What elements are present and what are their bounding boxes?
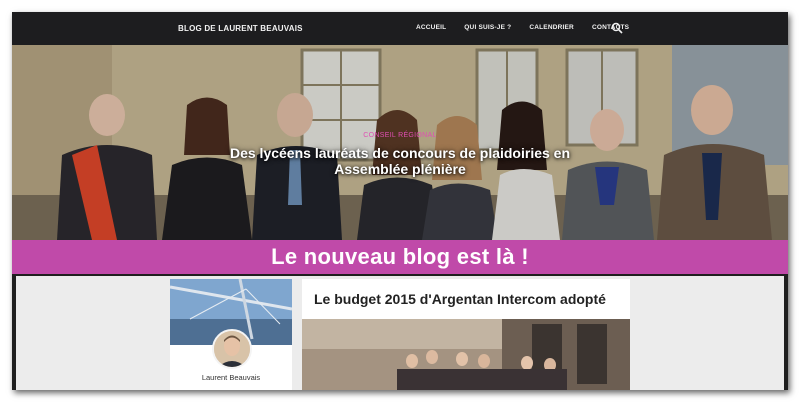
announcement-banner: Le nouveau blog est là ! bbox=[12, 240, 788, 274]
content-area: Laurent Beauvais Le budget 2015 d'Argent… bbox=[16, 276, 784, 390]
nav-item-qui-suis-je[interactable]: QUI SUIS-JE ? bbox=[464, 24, 511, 31]
nav-item-calendrier[interactable]: CALENDRIER bbox=[529, 24, 574, 31]
site-brand[interactable]: BLOG DE LAURENT BEAUVAIS bbox=[178, 24, 303, 33]
hero-post-title[interactable]: Des lycéens lauréats de concours de plai… bbox=[212, 145, 588, 177]
nav-item-accueil[interactable]: ACCUEIL bbox=[416, 24, 446, 31]
main-menu: ACCUEIL QUI SUIS-JE ? CALENDRIER CONTACT… bbox=[416, 24, 629, 31]
hero-category-label[interactable]: CONSEIL RÉGIONAL bbox=[12, 132, 788, 139]
post-title[interactable]: Le budget 2015 d'Argentan Intercom adopt… bbox=[314, 291, 606, 307]
author-widget: Laurent Beauvais bbox=[170, 279, 292, 390]
author-name: Laurent Beauvais bbox=[201, 373, 261, 382]
browser-frame: BLOG DE LAURENT BEAUVAIS ACCUEIL QUI SUI… bbox=[12, 12, 788, 390]
post-card[interactable]: Le budget 2015 d'Argentan Intercom adopt… bbox=[302, 279, 630, 390]
hero-featured-post[interactable]: CONSEIL RÉGIONAL Des lycéens lauréats de… bbox=[12, 45, 788, 240]
hero-photo bbox=[12, 45, 788, 240]
search-icon[interactable] bbox=[611, 22, 623, 34]
author-avatar[interactable] bbox=[212, 329, 252, 369]
top-navbar: BLOG DE LAURENT BEAUVAIS ACCUEIL QUI SUI… bbox=[12, 12, 788, 45]
post-image[interactable] bbox=[302, 319, 630, 390]
